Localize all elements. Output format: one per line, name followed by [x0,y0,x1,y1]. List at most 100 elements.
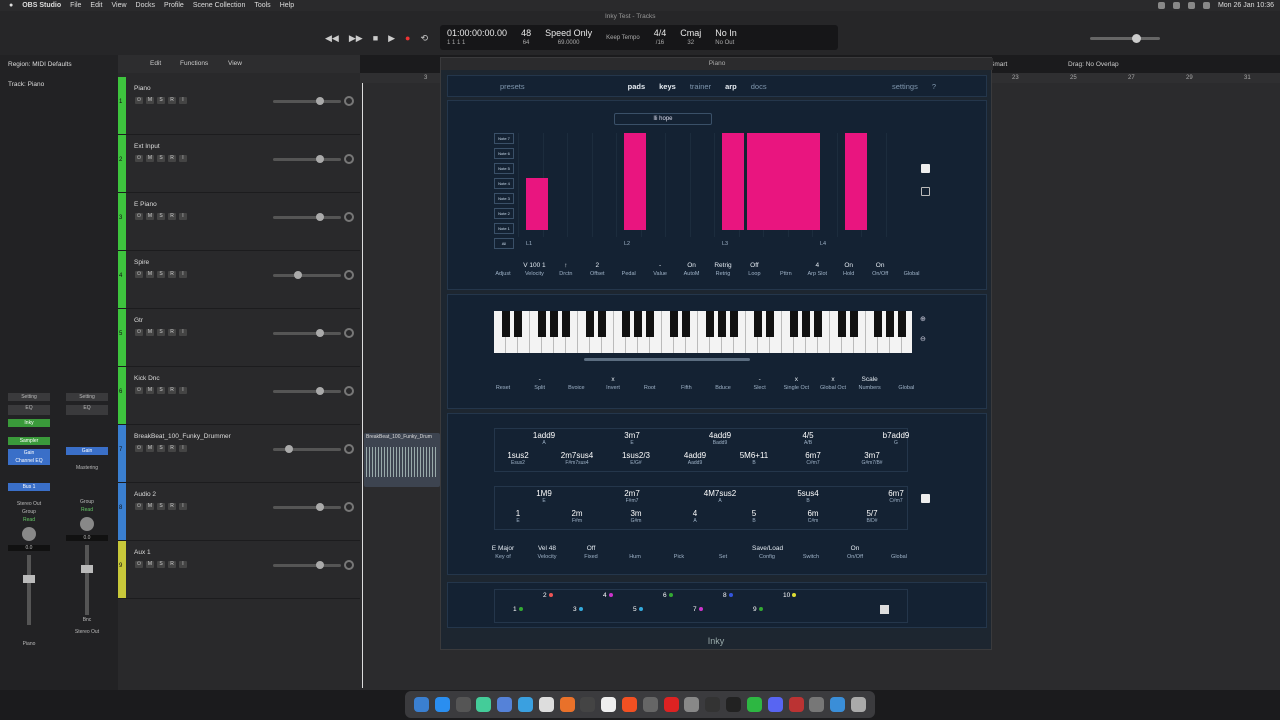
app-icon[interactable] [517,697,533,712]
forward-icon[interactable]: ▶▶ [349,33,363,44]
control[interactable]: On AutoM [677,261,707,277]
step-column[interactable] [567,133,589,237]
track-row[interactable]: 1 Piano ⏻ M S R I [118,77,360,135]
app-icon[interactable] [788,697,804,712]
stop-square-icon[interactable] [921,164,930,173]
input-monitor-button[interactable]: I [179,271,187,278]
control-value[interactable]: V 100 1 [519,261,549,271]
app-icon[interactable] [705,697,721,712]
chord-button[interactable]: 6m C#m [794,509,832,524]
control-value[interactable]: 4 [802,261,832,271]
chord-slot[interactable]: 5 [633,606,643,613]
solo-button[interactable]: S [157,561,165,568]
track-label[interactable]: Track: Piano [8,81,44,88]
control-value[interactable] [771,261,801,271]
solo-button[interactable]: S [157,97,165,104]
track-row[interactable]: 4 Spire ⏻ M S R I [118,251,360,309]
control-value[interactable] [708,544,738,554]
chord-button[interactable]: 3m7 E [613,431,651,446]
pan-dial[interactable] [344,386,354,396]
app-icon[interactable] [455,697,471,712]
power-icon[interactable]: ⏻ [135,213,143,220]
control[interactable]: Switch [796,544,826,560]
tab-docs[interactable]: docs [751,82,767,91]
control-value[interactable]: x [598,375,628,385]
chord-button[interactable]: 1E [499,509,537,524]
rewind-icon[interactable]: ◀◀ [325,33,339,44]
menu-help[interactable]: Help [280,2,294,9]
control[interactable]: On On/Off [840,544,870,560]
control[interactable]: Pedal [614,261,644,277]
control-value[interactable]: - [745,375,775,385]
control[interactable]: 2 Offset [582,261,612,277]
track-name[interactable]: Audio 2 [134,491,156,498]
track-name[interactable]: BreakBeat_100_Funky_Drummer [134,433,231,440]
track-name[interactable]: Gtr [134,317,143,324]
volume-knob[interactable] [316,155,325,163]
input-monitor-button[interactable]: I [179,155,187,162]
input-monitor-button[interactable]: I [179,213,187,220]
read-label[interactable]: Read [8,517,50,523]
control-value[interactable]: ↑ [551,261,581,271]
master-volume-slider[interactable] [1090,34,1160,43]
cycle-icon[interactable]: ⟲ [420,33,428,44]
control-value[interactable] [708,375,738,385]
chord-slot[interactable]: 9 [753,606,763,613]
volume-knob[interactable] [285,445,293,453]
note-label[interactable]: Note 7 [494,133,514,144]
note-label[interactable]: Note 1 [494,223,514,234]
control-value[interactable]: Off [739,261,769,271]
control-value[interactable] [884,544,914,554]
chord-button[interactable]: 4add9 Aadd9 [676,451,714,466]
chord-button[interactable]: 1M9 E [525,489,563,504]
track-volume-slider[interactable] [273,213,341,221]
menu-tools[interactable]: Tools [254,2,270,9]
mute-button[interactable]: M [146,213,154,220]
menu-edit[interactable]: Edit [90,2,102,9]
control[interactable]: Bduce [708,375,738,391]
mastering-label[interactable]: Mastering [66,465,108,471]
note-label[interactable]: Note 3 [494,193,514,204]
control-value[interactable]: Retrig [708,261,738,271]
bus-slot[interactable]: Bus 1 [8,483,50,491]
control[interactable]: Off Loop [739,261,769,277]
menu-app-name[interactable]: OBS Studio [22,2,61,9]
pan-dial[interactable] [344,96,354,106]
volume-knob[interactable] [316,503,325,511]
black-key[interactable] [562,311,570,337]
control-value[interactable]: - [645,261,675,271]
black-key[interactable] [814,311,822,337]
record-arm-button[interactable]: R [168,387,176,394]
whatsapp-icon[interactable] [746,697,762,712]
stop-square-icon-2[interactable] [921,494,930,503]
region-label[interactable]: Region: MIDI Defaults [8,61,72,68]
note-label[interactable]: Note 4 [494,178,514,189]
status-icon[interactable] [1157,2,1165,9]
control[interactable]: 4 Arp Slot [802,261,832,277]
record-icon[interactable]: ● [405,33,410,44]
active-step[interactable] [722,133,744,230]
track-volume-slider[interactable] [273,97,341,105]
pan-dial[interactable] [344,444,354,454]
control-value[interactable]: On [677,261,707,271]
control[interactable]: Vel 48 Velocity [532,544,562,560]
control-value[interactable]: 2 [582,261,612,271]
volume-knob[interactable] [316,213,325,221]
chord-button[interactable]: 5M6+11 B [735,451,773,466]
control[interactable]: On On/Off [865,261,895,277]
chord-button[interactable]: 2m7 F#m7 [613,489,651,504]
black-key[interactable] [718,311,726,337]
black-key[interactable] [550,311,558,337]
power-icon[interactable]: ⏻ [135,561,143,568]
folder-icon[interactable] [830,697,846,712]
vscode-icon[interactable] [434,697,450,712]
record-arm-button[interactable]: R [168,445,176,452]
black-key[interactable] [586,311,594,337]
presets-tab[interactable]: presets [500,82,525,91]
view-menu[interactable]: View [228,60,242,67]
track-row[interactable]: 5 Gtr ⏻ M S R I [118,309,360,367]
pan-dial[interactable] [344,154,354,164]
control[interactable]: - Split [525,375,555,391]
black-key[interactable] [730,311,738,337]
pan-knob-2[interactable] [80,517,94,531]
